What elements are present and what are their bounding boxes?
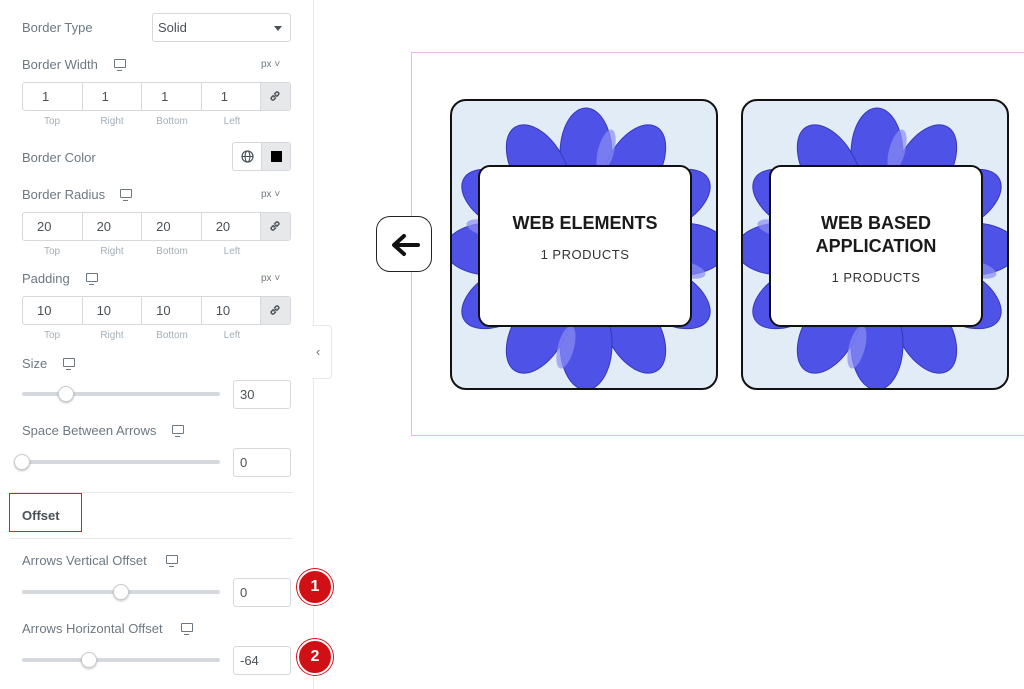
space-between-slider-track[interactable] [22,460,220,464]
category-card-content: WEB ELEMENTS 1 PRODUCTS [478,165,692,327]
chevron-down-icon [274,26,282,31]
border-radius-dimensions: 20 20 20 20 [22,212,291,241]
padding-left-input[interactable]: 10 [202,297,262,324]
desktop-icon[interactable] [181,623,193,635]
size-slider-thumb[interactable] [58,386,74,402]
border-type-label: Border Type [22,20,93,35]
link-values-button[interactable] [261,297,290,324]
dim-label-left: Left [223,116,241,127]
previous-arrow-button[interactable] [376,216,432,272]
space-between-arrows-label: Space Between Arrows [22,423,157,438]
dim-label-bottom: Bottom [156,246,188,257]
border-width-left-input[interactable]: 1 [202,83,262,110]
border-radius-right-input[interactable]: 20 [83,213,143,240]
category-card-content: WEB BASED APPLICATION 1 PRODUCTS [769,165,983,327]
padding-dimensions: 10 10 10 10 [22,296,291,325]
horizontal-offset-slider-thumb[interactable] [81,652,97,668]
annotation-badge-1: 1 [297,569,333,605]
link-icon [270,221,280,231]
arrows-horizontal-offset-label: Arrows Horizontal Offset [22,621,163,636]
desktop-icon[interactable] [114,59,126,71]
desktop-icon[interactable] [86,273,98,285]
size-label: Size [22,356,48,371]
arrows-vertical-offset-label: Arrows Vertical Offset [22,553,147,568]
dim-label-bottom: Bottom [156,116,188,127]
link-values-button[interactable] [261,83,290,110]
desktop-icon[interactable] [166,555,178,567]
border-radius-top-input[interactable]: 20 [23,213,83,240]
category-card[interactable]: WEB BASED APPLICATION 1 PRODUCTS [741,99,1009,390]
style-controls-panel: Border Type Solid Border Width px ˅ 1 1 … [0,0,314,689]
dim-label-left: Left [223,246,241,257]
border-radius-bottom-input[interactable]: 20 [142,213,202,240]
border-width-top-input[interactable]: 1 [23,83,83,110]
arrow-left-icon [392,234,420,256]
vertical-offset-slider-thumb[interactable] [113,584,129,600]
divider [10,538,293,539]
dim-label-right: Right [100,246,124,257]
global-colors-button[interactable] [233,143,263,170]
space-between-input[interactable]: 0 [233,448,291,477]
dim-label-left: Left [223,330,241,341]
category-card[interactable]: WEB ELEMENTS 1 PRODUCTS [450,99,718,390]
horizontal-offset-input[interactable]: -64 [233,646,291,675]
border-width-dimensions: 1 1 1 1 [22,82,291,111]
vertical-offset-input[interactable]: 0 [233,578,291,607]
padding-unit[interactable]: px ˅ [261,273,280,284]
border-radius-label: Border Radius [22,187,106,202]
dim-label-top: Top [43,116,61,127]
dim-label-right: Right [100,330,124,341]
border-type-select[interactable]: Solid [152,13,291,42]
chevron-left-icon: ‹ [316,344,321,359]
globe-icon [241,150,254,163]
space-between-slider-thumb[interactable] [14,454,30,470]
color-swatch-button[interactable] [262,143,290,170]
padding-label: Padding [22,271,70,286]
padding-right-input[interactable]: 10 [83,297,143,324]
border-radius-unit[interactable]: px ˅ [261,189,280,200]
border-width-right-input[interactable]: 1 [83,83,143,110]
dim-label-right: Right [100,116,124,127]
padding-bottom-input[interactable]: 10 [142,297,202,324]
link-icon [270,305,280,315]
annotation-badge-2: 2 [297,639,333,675]
link-icon [270,91,280,101]
desktop-icon[interactable] [172,425,184,437]
product-count: 1 PRODUCTS [540,247,630,262]
border-width-unit[interactable]: px ˅ [261,59,280,70]
border-color-label: Border Color [22,150,96,165]
desktop-icon[interactable] [63,358,75,370]
product-count: 1 PRODUCTS [831,270,921,285]
dim-label-top: Top [43,246,61,257]
size-slider-track[interactable] [22,392,220,396]
panel-collapse-button[interactable]: ‹ [312,325,332,379]
dim-label-bottom: Bottom [156,330,188,341]
border-radius-left-input[interactable]: 20 [202,213,262,240]
size-input[interactable]: 30 [233,380,291,409]
border-width-label: Border Width [22,57,98,72]
border-color-control [232,142,291,171]
horizontal-offset-slider-track[interactable] [22,658,220,662]
border-type-value: Solid [158,20,187,35]
dim-label-top: Top [43,330,61,341]
link-values-button[interactable] [261,213,290,240]
desktop-icon[interactable] [120,189,132,201]
category-title[interactable]: WEB ELEMENTS [480,212,690,235]
padding-top-input[interactable]: 10 [23,297,83,324]
border-width-bottom-input[interactable]: 1 [142,83,202,110]
offset-section-heading[interactable]: Offset [22,508,60,523]
category-title[interactable]: WEB BASED APPLICATION [771,212,981,258]
